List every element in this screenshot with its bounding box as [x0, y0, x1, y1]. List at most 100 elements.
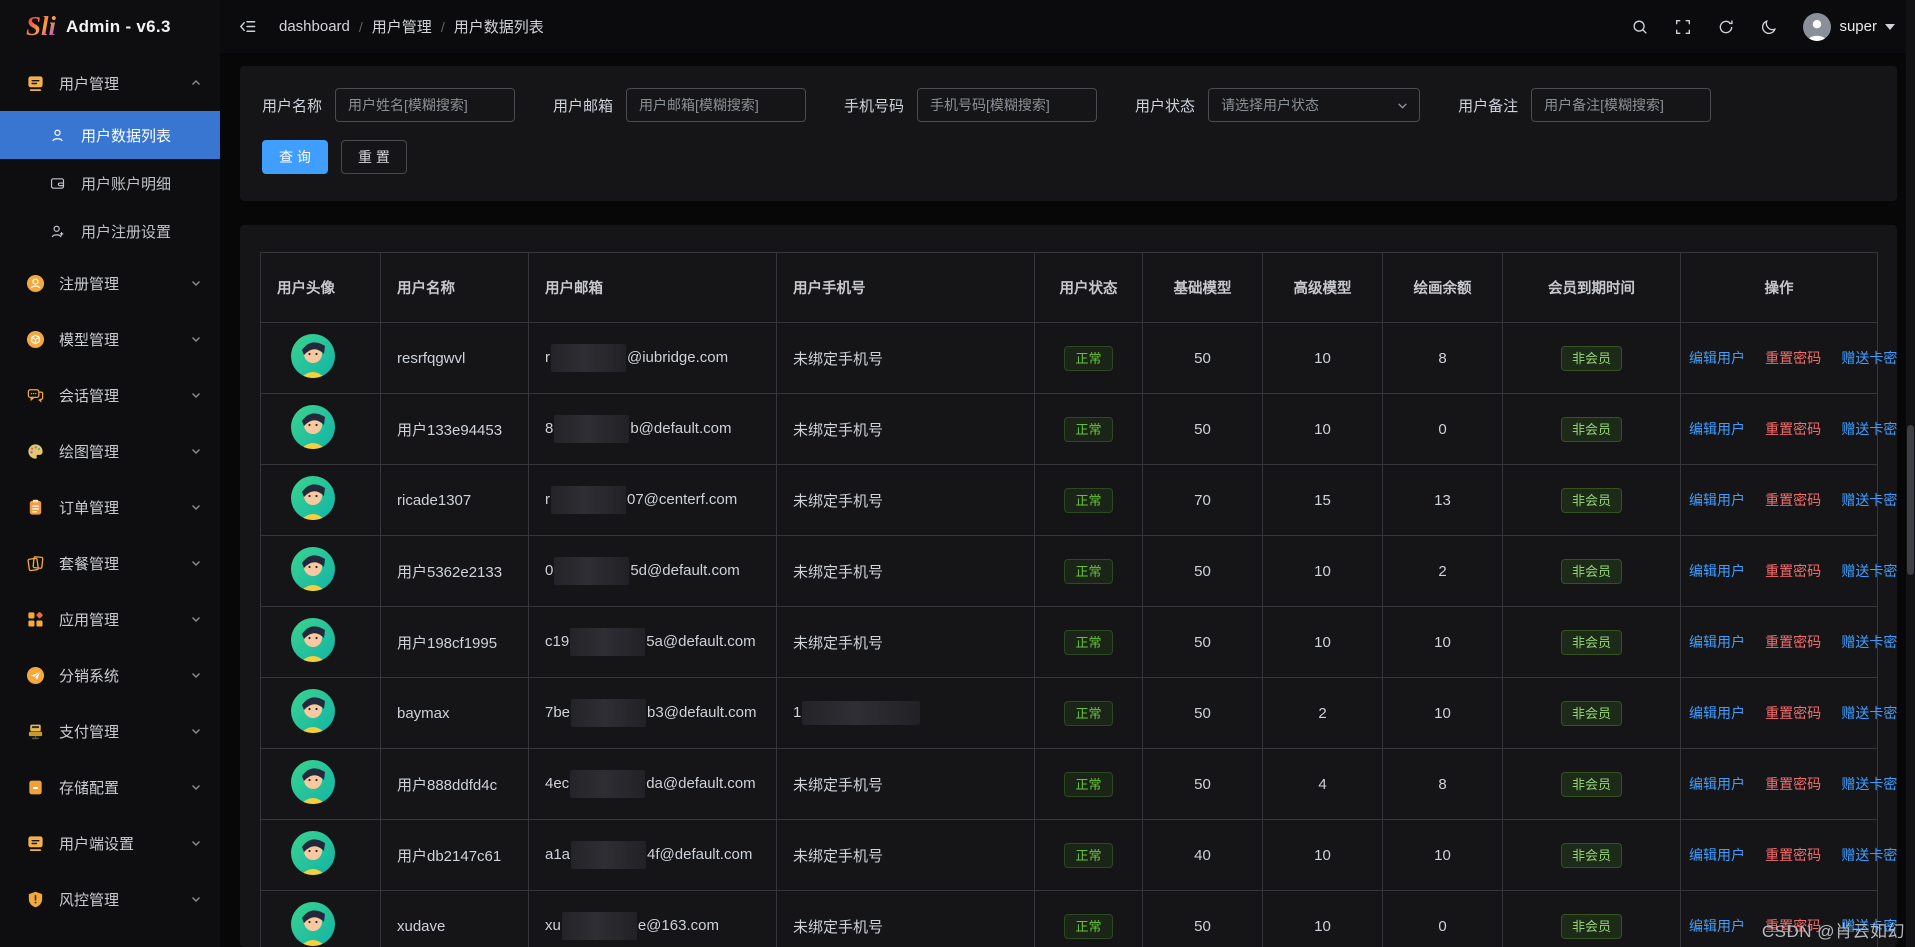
sidebar-item-register-management[interactable]: 注册管理	[0, 255, 220, 311]
reset-button[interactable]: 重 置	[341, 140, 407, 174]
sidebar-item-app-management[interactable]: 应用管理	[0, 591, 220, 647]
sidebar-item-user-register-settings[interactable]: 用户注册设置	[0, 207, 220, 255]
refresh-icon[interactable]	[1717, 18, 1735, 36]
user-menu[interactable]: super	[1803, 12, 1895, 41]
palette-icon	[24, 442, 46, 461]
breadcrumb-item-user-data-list: 用户数据列表	[453, 19, 544, 36]
sidebar-item-distribution-system[interactable]: 分销系统	[0, 647, 220, 703]
user-email-cell: r @iubridge.com	[528, 322, 777, 394]
advanced-model-cell: 10	[1262, 535, 1383, 607]
base-model-cell: 40	[1142, 819, 1263, 891]
edit-user-link[interactable]: 编辑用户	[1689, 492, 1745, 508]
sidebar-item-user-management[interactable]: 用户管理	[0, 55, 220, 111]
user-email-cell: 8 b@default.com	[528, 393, 777, 465]
status-badge: 正常	[1064, 487, 1113, 513]
user-name-cell: baymax	[380, 677, 529, 749]
cube-circle-icon	[24, 330, 46, 349]
gift-card-link[interactable]: 赠送卡密	[1841, 705, 1897, 721]
membership-badge: 非会员	[1560, 771, 1622, 797]
filter-status-group: 用户状态 请选择用户状态	[1135, 88, 1421, 122]
edit-user-link[interactable]: 编辑用户	[1689, 776, 1745, 792]
gift-card-link[interactable]: 赠送卡密	[1841, 421, 1897, 437]
sidebar-item-label: 用户端设置	[59, 835, 135, 853]
gift-card-link[interactable]: 赠送卡密	[1841, 350, 1897, 366]
reset-password-link[interactable]: 重置密码	[1765, 350, 1821, 366]
sidebar-item-payment-management[interactable]: 支付管理	[0, 703, 220, 759]
sidebar-item-storage-config[interactable]: 存储配置	[0, 759, 220, 815]
user-email-cell: 4ec da@default.com	[528, 748, 777, 820]
edit-user-link[interactable]: 编辑用户	[1689, 421, 1745, 437]
user-name: xudave	[397, 917, 446, 935]
phone-censored: 1	[793, 701, 921, 725]
topbar-actions: super	[1631, 12, 1895, 41]
reset-password-link[interactable]: 重置密码	[1765, 563, 1821, 579]
table-row: 用户db2147c61 a1a 4f@default.com 未绑定手机号 正常 …	[260, 819, 1897, 891]
gift-card-link[interactable]: 赠送卡密	[1841, 847, 1897, 863]
status-cell: 正常	[1034, 393, 1143, 465]
membership-cell: 非会员	[1502, 393, 1681, 465]
filter-panel: 用户名称 用户邮箱 手机号码 用户状态 请选择用户状态	[240, 66, 1897, 201]
edit-user-link[interactable]: 编辑用户	[1689, 918, 1745, 934]
censored-block	[571, 841, 647, 869]
phone-input[interactable]	[917, 88, 1098, 122]
avatar	[1803, 12, 1832, 41]
collapse-menu-icon[interactable]	[238, 17, 257, 36]
gift-card-link[interactable]: 赠送卡密	[1841, 563, 1897, 579]
paint-balance-cell: 13	[1382, 464, 1503, 536]
fullscreen-icon[interactable]	[1674, 18, 1692, 36]
search-button[interactable]: 查 询	[262, 140, 328, 174]
breadcrumb-item-dashboard[interactable]: dashboard	[279, 18, 350, 35]
sidebar-item-user-data-list[interactable]: 用户数据列表	[0, 111, 220, 159]
breadcrumb-item-user-management[interactable]: 用户管理	[372, 16, 432, 37]
sidebar-item-model-management[interactable]: 模型管理	[0, 311, 220, 367]
user-name: 用户888ddfd4c	[397, 776, 498, 794]
user-avatar	[291, 902, 335, 946]
reset-password-link[interactable]: 重置密码	[1765, 705, 1821, 721]
sidebar-item-drawing-management[interactable]: 绘图管理	[0, 423, 220, 479]
remark-label: 用户备注	[1458, 97, 1519, 115]
reset-password-link[interactable]: 重置密码	[1765, 421, 1821, 437]
membership-cell: 非会员	[1502, 322, 1681, 394]
user-name: 用户5362e2133	[397, 563, 503, 581]
book-icon	[24, 74, 46, 93]
reset-password-link[interactable]: 重置密码	[1765, 847, 1821, 863]
membership-badge: 非会员	[1560, 345, 1622, 371]
gift-card-link[interactable]: 赠送卡密	[1841, 776, 1897, 792]
remark-input[interactable]	[1531, 88, 1712, 122]
edit-user-link[interactable]: 编辑用户	[1689, 563, 1745, 579]
sidebar-item-user-account-detail[interactable]: 用户账户明细	[0, 159, 220, 207]
gift-card-link[interactable]: 赠送卡密	[1841, 492, 1897, 508]
email-prefix: r	[545, 490, 550, 508]
user-name-cell: 用户db2147c61	[380, 819, 529, 891]
paint-balance-cell: 0	[1382, 393, 1503, 465]
edit-user-link[interactable]: 编辑用户	[1689, 634, 1745, 650]
phone-label: 手机号码	[844, 97, 905, 115]
avatar-cell	[260, 890, 381, 947]
sidebar-item-label: 用户数据列表	[81, 127, 172, 145]
sidebar-item-risk-management[interactable]: 风控管理	[0, 871, 220, 927]
sidebar-item-session-management[interactable]: 会话管理	[0, 367, 220, 423]
username: super	[1839, 18, 1877, 35]
edit-user-link[interactable]: 编辑用户	[1689, 350, 1745, 366]
avatar-cell	[260, 535, 381, 607]
chevron-down-icon	[190, 613, 202, 625]
dark-mode-moon-icon[interactable]	[1760, 18, 1778, 36]
sidebar-item-package-management[interactable]: 套餐管理	[0, 535, 220, 591]
scrollbar-thumb[interactable]	[1907, 425, 1914, 575]
edit-user-link[interactable]: 编辑用户	[1689, 705, 1745, 721]
reset-password-link[interactable]: 重置密码	[1765, 492, 1821, 508]
status-select[interactable]: 请选择用户状态	[1208, 88, 1421, 122]
email-input[interactable]	[626, 88, 807, 122]
username-input[interactable]	[335, 88, 516, 122]
gift-card-link[interactable]: 赠送卡密	[1841, 634, 1897, 650]
reset-password-link[interactable]: 重置密码	[1765, 776, 1821, 792]
search-icon[interactable]	[1631, 18, 1649, 36]
sidebar-item-order-management[interactable]: 订单管理	[0, 479, 220, 535]
sidebar-item-client-settings[interactable]: 用户端设置	[0, 815, 220, 871]
user-name-cell: 用户888ddfd4c	[380, 748, 529, 820]
sidebar-item-label: 用户管理	[59, 75, 120, 93]
reset-password-link[interactable]: 重置密码	[1765, 634, 1821, 650]
edit-user-link[interactable]: 编辑用户	[1689, 847, 1745, 863]
email-suffix: 5a@default.com	[646, 632, 756, 650]
sidebar-item-label: 用户注册设置	[81, 223, 172, 241]
